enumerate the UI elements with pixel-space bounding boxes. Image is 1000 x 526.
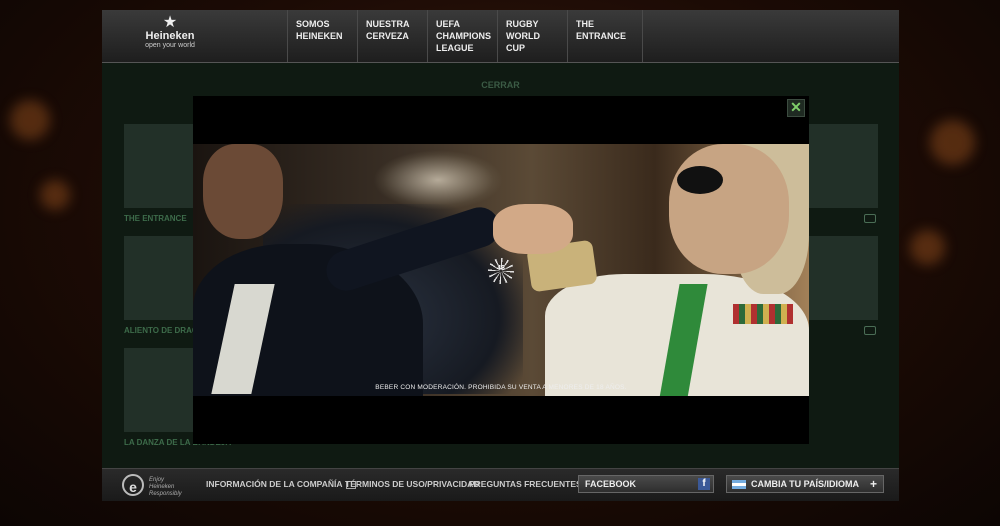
bokeh-light	[930, 120, 975, 165]
logo-brand: Heineken	[145, 30, 195, 42]
facebook-button[interactable]: FACEBOOK f	[578, 475, 714, 493]
legal-disclaimer: BEBER CON MODERACIÓN. PROHIBIDA SU VENTA…	[375, 384, 627, 391]
video-modal: ✕ 48 BEBER CON MODERACIÓN. PROHIBIDA SU …	[193, 96, 809, 444]
country-language-selector[interactable]: CAMBIA TU PAÍS/IDIOMA +	[726, 475, 884, 493]
country-label: CAMBIA TU PAÍS/IDIOMA	[751, 479, 859, 489]
bokeh-light	[40, 180, 70, 210]
header: ★ Heineken open your world SOMOS HEINEKE…	[102, 10, 899, 63]
thumbnail-label[interactable]: THE ENTRANCE	[124, 214, 187, 223]
argentina-flag-icon	[732, 480, 746, 489]
nav-item-nuestra-cerveza[interactable]: NUESTRA CERVEZA	[357, 10, 427, 62]
plus-icon: +	[869, 477, 877, 491]
video-thumbnail[interactable]	[808, 236, 878, 320]
facebook-label: FACEBOOK	[585, 479, 637, 489]
logo-tagline: open your world	[145, 42, 195, 49]
buffer-percent: 48	[497, 265, 505, 272]
video-thumbnail[interactable]	[124, 124, 194, 208]
heineken-logo[interactable]: ★ Heineken open your world	[120, 14, 220, 58]
camera-icon	[864, 326, 876, 335]
video-frame-medals	[733, 304, 793, 324]
video-frame-figure	[203, 144, 283, 239]
facebook-icon: f	[698, 478, 710, 490]
video-thumbnail[interactable]	[124, 348, 194, 432]
terms-privacy-link[interactable]: TÉRMINOS DE USO/PRIVACIDAD	[345, 479, 479, 489]
footer: e Enjoy Heineken Responsibly INFORMACIÓN…	[102, 468, 899, 501]
bokeh-light	[910, 230, 945, 265]
nav-item-rugby-world-cup[interactable]: RUGBY WORLD CUP	[497, 10, 567, 62]
video-thumbnail[interactable]	[808, 124, 878, 208]
nav-item-the-entrance[interactable]: THE ENTRANCE	[567, 10, 643, 62]
camera-icon	[864, 214, 876, 223]
enjoy-responsibly-logo[interactable]: e Enjoy Heineken Responsibly	[122, 473, 184, 499]
video-frame-chandelier	[373, 150, 503, 210]
enjoy-e-icon: e	[122, 474, 144, 496]
video-thumbnail[interactable]	[124, 236, 194, 320]
enjoy-text: Enjoy Heineken Responsibly	[149, 477, 182, 497]
star-icon: ★	[162, 14, 178, 31]
faq-link[interactable]: PREGUNTAS FRECUENTES	[469, 479, 582, 489]
bokeh-light	[10, 100, 50, 140]
video-player[interactable]: 48 BEBER CON MODERACIÓN. PROHIBIDA SU VE…	[193, 144, 809, 396]
company-info-label: INFORMACIÓN DE LA COMPAÑÍA	[206, 479, 343, 489]
close-icon: ✕	[790, 99, 802, 115]
main-nav: SOMOS HEINEKEN NUESTRA CERVEZA UEFA CHAM…	[287, 10, 643, 62]
company-info-link[interactable]: INFORMACIÓN DE LA COMPAÑÍA	[206, 479, 357, 489]
close-button[interactable]: ✕	[787, 99, 805, 117]
video-frame-eyepatch	[677, 166, 723, 194]
nav-item-somos-heineken[interactable]: SOMOS HEINEKEN	[287, 10, 357, 62]
nav-item-uefa-champions-league[interactable]: UEFA CHAMPIONS LEAGUE	[427, 10, 497, 62]
video-frame-figure	[493, 204, 573, 254]
background-close-link[interactable]: CERRAR	[102, 80, 899, 90]
video-frame-figure	[669, 144, 789, 274]
